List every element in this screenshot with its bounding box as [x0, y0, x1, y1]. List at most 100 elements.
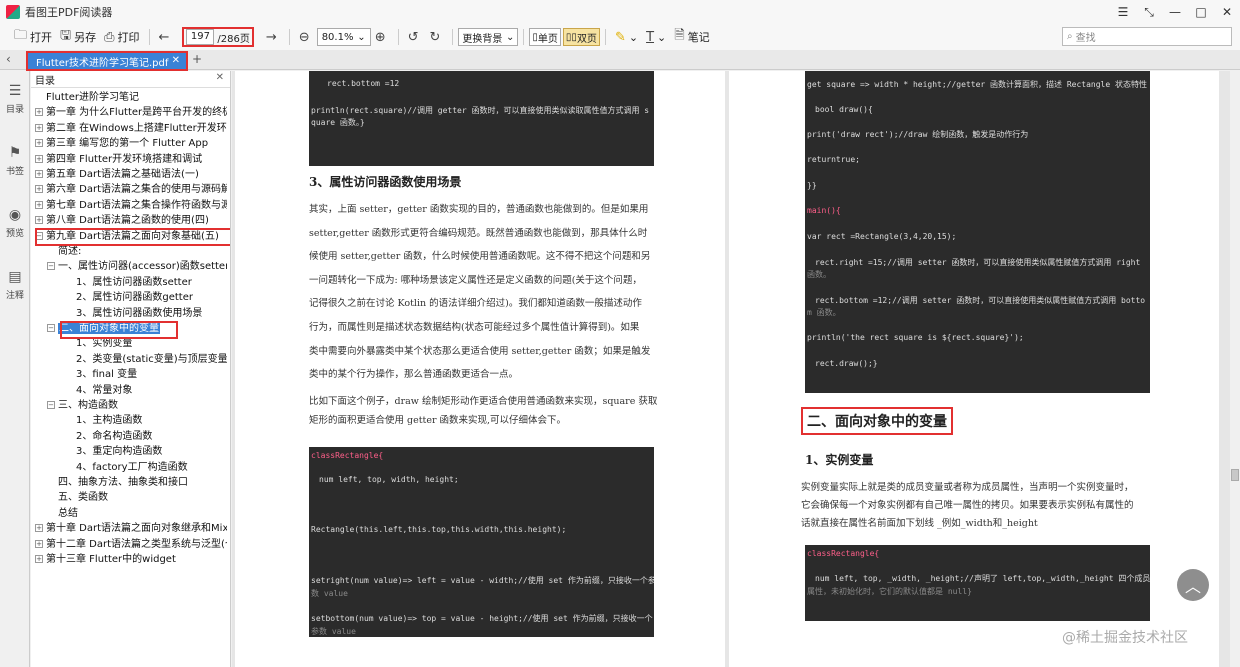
sidebar-item-toc[interactable]: ☰ 目录	[0, 83, 30, 133]
app-title: 看图王PDF阅读器	[25, 6, 113, 19]
toc-item-label: 1、实例变量	[76, 338, 133, 350]
toc-item[interactable]: − 三、构造函数	[47, 399, 227, 413]
toc-item[interactable]: 4、factory工厂构造函数	[65, 461, 227, 475]
toc-item-label: 4、factory工厂构造函数	[76, 461, 188, 473]
toc-item[interactable]: 3、重定向构造函数	[65, 445, 227, 459]
expand-icon[interactable]: +	[35, 108, 43, 117]
menu-icon[interactable]: ☰	[1110, 0, 1136, 24]
rotate-right-icon: ↻	[429, 29, 441, 45]
toc-item[interactable]: 五、类函数	[47, 491, 227, 505]
toc-item[interactable]: 简述:	[47, 245, 227, 259]
note-icon: 🗎	[674, 28, 685, 43]
vertical-scrollbar[interactable]	[1230, 71, 1240, 667]
maximize-button[interactable]: □	[1188, 0, 1214, 24]
open-button[interactable]: 🗀 打开	[10, 26, 56, 48]
save-as-button[interactable]: 🖫 另存	[56, 26, 100, 48]
toc-item[interactable]: 四、抽象方法、抽象类和接口	[47, 476, 227, 490]
paragraph-line: 行为，而属性则是描述状态数据结构(状态可能经过多个属性值计算得到)。如果	[309, 322, 640, 333]
toc-item[interactable]: + 第五章 Dart语法篇之基础语法(一)	[35, 168, 227, 182]
expand-icon[interactable]: +	[35, 185, 43, 194]
prev-page-button[interactable]: ←	[155, 26, 177, 48]
rotate-right-button[interactable]: ↻	[426, 26, 448, 48]
double-page-button[interactable]: ▯▯ 双页	[562, 28, 600, 46]
toc-item[interactable]: 总结	[47, 507, 227, 521]
code-line: rect.right =15;//调用 setter 函数时，可以直接使用类似属…	[815, 258, 1141, 267]
close-icon[interactable]: ✕	[216, 72, 224, 83]
toc-item[interactable]: +第六章 Dart语法篇之集合的使用与源码解析(二)	[35, 183, 227, 197]
notes-label: 笔记	[687, 31, 710, 44]
code-line: Rectangle(this.left,this.top,this.width,…	[311, 525, 567, 534]
background-select[interactable]: 更换背景 ⌄	[458, 28, 519, 46]
chevron-left-icon[interactable]: ‹	[6, 52, 11, 66]
toc-item[interactable]: +第七章 Dart语法篇之集合操作符函数与源码分析	[35, 199, 227, 213]
fullscreen-icon[interactable]: ⤡	[1136, 0, 1162, 24]
toc-item[interactable]: 1、实例变量	[65, 337, 227, 351]
divider	[604, 29, 606, 45]
page-number-input[interactable]: 197	[186, 29, 215, 45]
sidebar-item-annotation[interactable]: ▤ 注释	[0, 269, 30, 319]
minimize-button[interactable]: —	[1162, 0, 1188, 24]
expand-icon[interactable]: +	[35, 555, 43, 563]
print-button[interactable]: ⎙ 打印	[100, 26, 143, 48]
toc-item[interactable]: 1、属性访问器函数setter	[65, 276, 227, 290]
rotate-left-button[interactable]: ↺	[404, 26, 426, 48]
toc-item[interactable]: + 第八章 Dart语法篇之函数的使用(四)	[35, 214, 227, 228]
collapse-icon[interactable]: −	[47, 401, 55, 409]
search-input[interactable]: ⌕ 查找	[1062, 27, 1232, 46]
expand-icon[interactable]: +	[35, 170, 43, 178]
toc-item[interactable]: 4、常量对象	[65, 384, 227, 398]
next-page-button[interactable]: →	[262, 26, 284, 48]
sidebar-item-bookmark[interactable]: ⚑ 书签	[0, 145, 30, 195]
zoom-out-button[interactable]: ⊖	[295, 26, 317, 48]
toc-item[interactable]: 1、主构造函数	[65, 414, 227, 428]
scroll-top-button[interactable]: ︿	[1177, 569, 1209, 601]
expand-icon[interactable]: +	[35, 200, 43, 209]
toc-item[interactable]: 3、属性访问器函数使用场景	[65, 307, 227, 321]
sidebar-item-preview[interactable]: ◉ 预览	[0, 207, 30, 257]
highlight-button[interactable]: ✎ ⌄	[611, 26, 642, 48]
toc-item-label: 四、抽象方法、抽象类和接口	[58, 477, 188, 488]
notes-button[interactable]: 🗎 笔记	[670, 26, 713, 48]
toc-item[interactable]: 2、属性访问器函数getter	[65, 291, 227, 305]
toc-item[interactable]: 2、命名构造函数	[65, 430, 227, 444]
toc-item-label: 4、常量对象	[76, 384, 133, 396]
add-tab-button[interactable]: +	[192, 52, 202, 66]
zoom-in-button[interactable]: ⊕	[371, 26, 393, 48]
collapse-icon[interactable]: −	[47, 262, 55, 271]
toc-item[interactable]: + 第十章 Dart语法篇之面向对象继承和Mixins	[35, 522, 227, 536]
collapse-icon[interactable]: −	[47, 324, 55, 332]
close-icon[interactable]: ✕	[172, 55, 180, 66]
bookmark-icon: ⚑	[8, 145, 22, 161]
paragraph-line: 它会确保每一个对象实例都有自己唯一属性的拷贝。如果要表示实例私有属性的	[801, 500, 1134, 511]
expand-icon[interactable]: +	[35, 139, 43, 148]
toc-item[interactable]: 3、final 变量	[65, 368, 227, 382]
toc-item[interactable]: + 第十二章 Dart语法篇之类型系统与泛型(七)	[35, 538, 227, 552]
toc-item[interactable]: Flutter进阶学习笔记	[35, 91, 227, 105]
expand-icon[interactable]: +	[35, 216, 43, 225]
toc-item[interactable]: + 第三章 编写您的第一个 Flutter App	[35, 137, 227, 151]
expand-icon[interactable]: +	[35, 524, 43, 533]
zoom-select[interactable]: 80.1% ⌄	[316, 28, 371, 46]
text-color-button[interactable]: T ⌄	[642, 26, 670, 48]
expand-icon[interactable]: +	[35, 154, 43, 163]
close-button[interactable]: ✕	[1214, 0, 1240, 24]
expand-icon[interactable]: +	[35, 539, 43, 548]
toc-icon: ☰	[8, 83, 22, 99]
code-block: rect.bottom =12 println(rect.square)//调用…	[309, 71, 654, 166]
toc-item[interactable]: + 第二章 在Windows上搭建Flutter开发环境	[35, 122, 227, 136]
paragraph-line: 话就直接在属性名前面加下划线 _例如_width和_height	[801, 518, 1038, 529]
toc-item[interactable]: + 第四章 Flutter开发环境搭建和调试	[35, 153, 227, 167]
toc-item-label: 简述:	[58, 246, 82, 257]
scrollbar-thumb[interactable]	[1231, 469, 1239, 481]
toc-item-label: 第二章 在Windows上搭建Flutter开发环境	[46, 122, 227, 134]
code-line: 函数。	[807, 270, 831, 279]
sidebar-item-label: 书签	[5, 167, 24, 177]
toc-item[interactable]: + 第十三章 Flutter中的widget	[35, 553, 227, 567]
tab-document[interactable]: Flutter技术进阶学习笔记.pdf ✕	[26, 51, 188, 71]
toc-item[interactable]: +第一章 为什么Flutter是跨平台开发的终极之选	[35, 106, 227, 120]
toc-item[interactable]: −一、属性访问器(accessor)函数setter和getter	[47, 260, 227, 274]
single-page-button[interactable]: ▯ 单页	[529, 28, 561, 46]
code-line: rect.draw();}	[815, 359, 878, 368]
expand-icon[interactable]: +	[35, 123, 43, 132]
toc-item[interactable]: 2、类变量(static变量)与顶层变量	[65, 353, 227, 367]
